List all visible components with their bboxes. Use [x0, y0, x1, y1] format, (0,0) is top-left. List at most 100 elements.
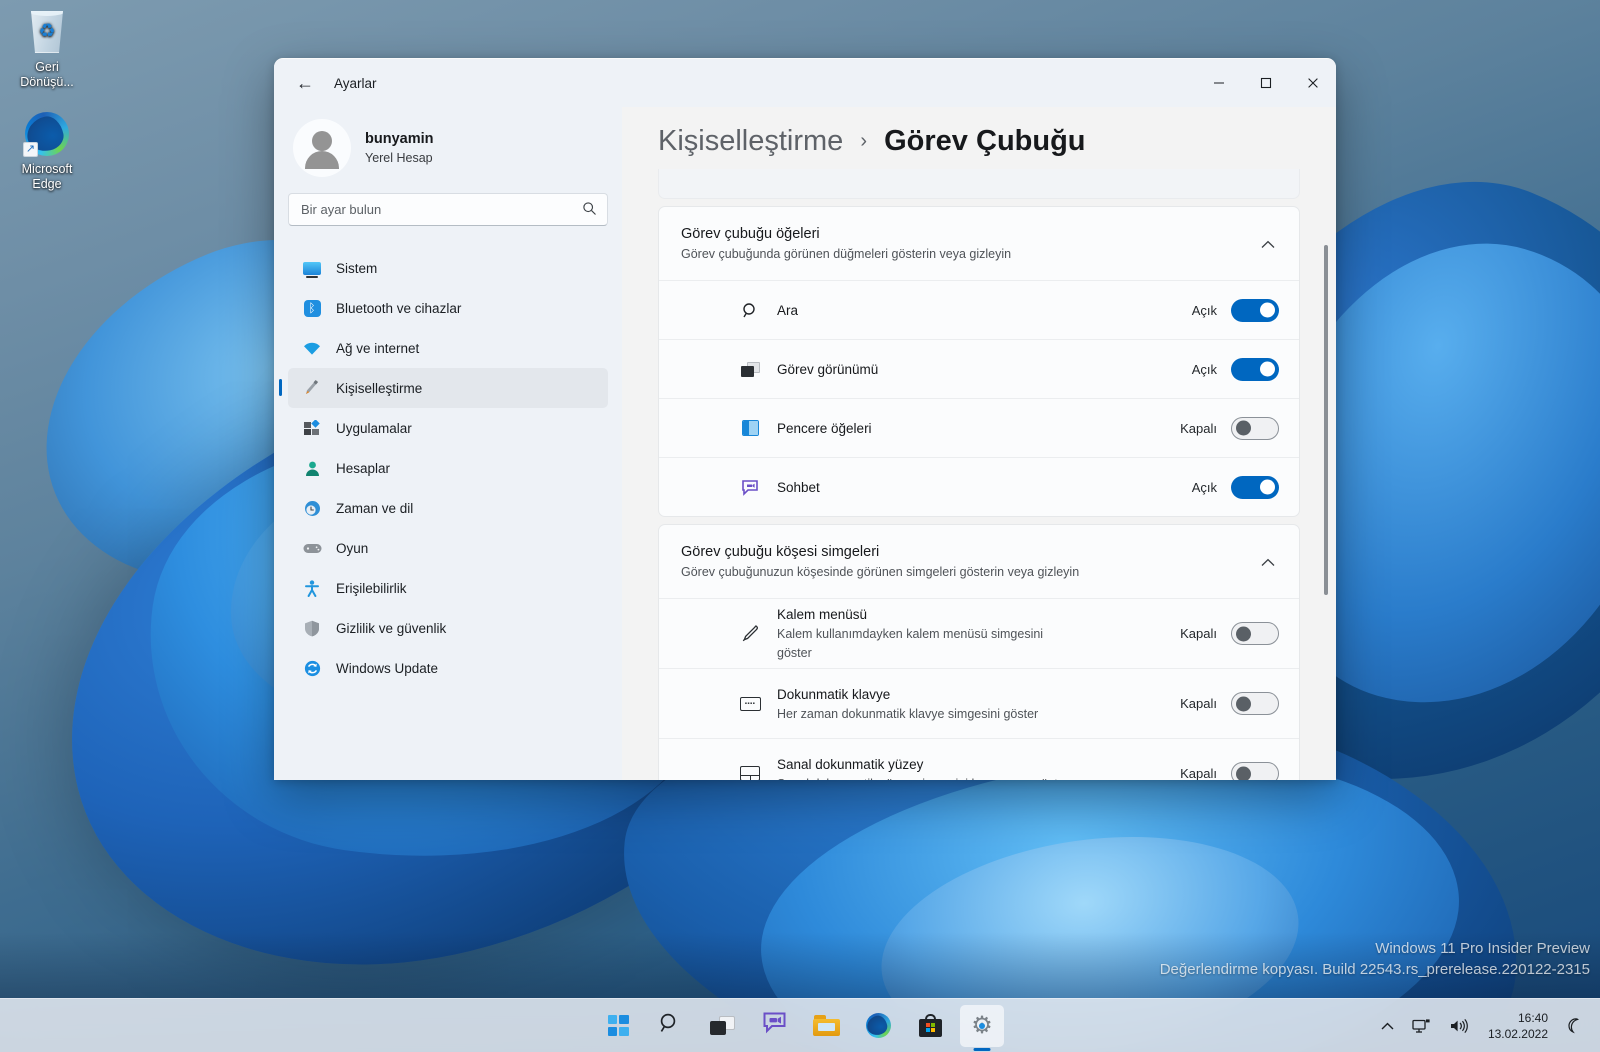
store-button[interactable]	[908, 1005, 952, 1047]
network-icon[interactable]	[1405, 1006, 1438, 1046]
setting-row-kalem-menusu[interactable]: Kalem menüsü Kalem kullanımdayken kalem …	[659, 598, 1299, 668]
partially-scrolled-card[interactable]: ▸▸	[658, 169, 1300, 199]
toggle-sohbet[interactable]	[1231, 475, 1279, 499]
search-box[interactable]	[288, 193, 608, 226]
user-profile[interactable]: bunyamin Yerel Hesap	[288, 107, 608, 193]
scrollbar-track[interactable]	[1324, 245, 1328, 780]
chat-icon	[762, 1011, 787, 1040]
sidebar-item-sistem[interactable]: Sistem	[288, 248, 608, 288]
sidebar-item-label: Oyun	[336, 540, 369, 556]
scrollbar-thumb[interactable]	[1324, 245, 1328, 595]
search-button[interactable]	[648, 1005, 692, 1047]
gamepad-icon	[302, 538, 322, 558]
sidebar-item-label: Kişiselleştirme	[336, 380, 423, 396]
start-button[interactable]	[596, 1005, 640, 1047]
settings-window: ← Ayarlar bunyamin Yerel Hesap Bir ayar …	[274, 58, 1336, 780]
card-taskbar-items: Görev çubuğu öğeleri Görev çubuğunda gör…	[658, 206, 1300, 517]
setting-row-gorev-gorunumu[interactable]: Görev görünümü Açık	[659, 339, 1299, 398]
setting-row-dokunmatik-klavye[interactable]: ▪▪▪▪ Dokunmatik klavye Her zaman dokunma…	[659, 668, 1299, 738]
tray-time: 16:40	[1517, 1011, 1548, 1025]
search-input[interactable]	[301, 202, 582, 217]
setting-description: Kalem kullanımdayken kalem menüsü simges…	[777, 627, 1044, 660]
bluetooth-icon: ᛒ	[302, 298, 322, 318]
chevron-up-icon[interactable]	[1261, 237, 1279, 252]
minimize-button[interactable]	[1195, 59, 1242, 107]
breadcrumb-parent[interactable]: Kişiselleştirme	[658, 125, 843, 157]
microsoft-store-icon	[918, 1014, 942, 1037]
taskbar: ⚙ 16:40 13.02.2022	[0, 998, 1600, 1052]
close-icon	[1307, 78, 1318, 88]
sidebar-item-bluetooth-ve-cihazlar[interactable]: ᛒ Bluetooth ve cihazlar	[288, 288, 608, 328]
toggle-sanal-dokunmatik-yuzey[interactable]	[1231, 762, 1279, 780]
sidebar-item-hesaplar[interactable]: Hesaplar	[288, 448, 608, 488]
search-icon[interactable]	[582, 201, 597, 219]
paintbrush-icon	[302, 378, 322, 398]
sidebar-item-label: Erişilebilirlik	[336, 580, 407, 596]
back-button[interactable]: ←	[288, 66, 322, 100]
toggle-dokunmatik-klavye[interactable]	[1231, 692, 1279, 715]
card-taskbar-corner-icons: Görev çubuğu köşesi simgeleri Görev çubu…	[658, 524, 1300, 780]
file-explorer-button[interactable]	[804, 1005, 848, 1047]
avatar	[293, 119, 351, 177]
edge-button[interactable]	[856, 1005, 900, 1047]
gear-icon: ⚙	[970, 1012, 995, 1039]
minimize-icon	[1213, 82, 1224, 84]
folder-icon	[812, 1015, 840, 1036]
breadcrumb: Kişiselleştirme › Görev Çubuğu	[622, 107, 1336, 169]
card-subtitle: Görev çubuğunda görünen düğmeleri göster…	[681, 247, 1012, 261]
speaker-icon[interactable]	[1442, 1006, 1475, 1046]
desktop-icon-microsoft-edge[interactable]: ↗ Microsoft Edge	[4, 110, 90, 192]
toggle-state-label: Kapalı	[1180, 766, 1217, 780]
toggle-state-label: Kapalı	[1180, 696, 1217, 711]
toggle-gorev-gorunumu[interactable]	[1231, 357, 1279, 381]
chevron-up-icon[interactable]	[1261, 555, 1279, 570]
toggle-kalem-menusu[interactable]	[1231, 622, 1279, 645]
sidebar-item-ag-ve-internet[interactable]: Ağ ve internet	[288, 328, 608, 368]
sidebar-item-label: Uygulamalar	[336, 420, 412, 436]
setting-row-sanal-dokunmatik-yuzey[interactable]: Sanal dokunmatik yüzey Sanal dokunmatik …	[659, 738, 1299, 780]
task-view-icon	[735, 361, 765, 377]
microsoft-edge-icon: ↗	[4, 110, 90, 158]
task-view-button[interactable]	[700, 1005, 744, 1047]
settings-button[interactable]: ⚙	[960, 1004, 1004, 1047]
toggle-ara[interactable]	[1231, 298, 1279, 322]
microsoft-edge-icon	[864, 1013, 891, 1038]
touch-keyboard-icon: ▪▪▪▪	[735, 696, 765, 711]
watermark-line-2: Değerlendirme kopyası. Build 22543.rs_pr…	[1159, 961, 1590, 978]
close-button[interactable]	[1289, 59, 1336, 107]
profile-account-type: Yerel Hesap	[365, 151, 433, 165]
toggle-pencere-ogeleri[interactable]	[1231, 416, 1279, 440]
card-header-taskbar-items[interactable]: Görev çubuğu öğeleri Görev çubuğunda gör…	[659, 207, 1299, 280]
sidebar-item-kisisellestirme[interactable]: Kişiselleştirme	[279, 368, 608, 408]
watermark-line-1: Windows 11 Pro Insider Preview	[1375, 940, 1590, 957]
desktop-icon-label: Dönüşü...	[20, 75, 74, 89]
desktop-icon-recycle-bin[interactable]: ♻ Geri Dönüşü...	[4, 8, 90, 90]
card-header-taskbar-corner-icons[interactable]: Görev çubuğu köşesi simgeleri Görev çubu…	[659, 525, 1299, 598]
sidebar-item-gizlilik-ve-guvenlik[interactable]: Gizlilik ve güvenlik	[288, 608, 608, 648]
settings-content-scroll-area[interactable]: ▸▸ Görev çubuğu öğeleri Görev çubuğunda …	[622, 169, 1336, 780]
monitor-icon	[302, 258, 322, 278]
sidebar-item-label: Zaman ve dil	[336, 500, 414, 516]
virtual-touchpad-icon	[735, 766, 765, 780]
sidebar-item-windows-update[interactable]: Windows Update	[288, 648, 608, 688]
setting-row-ara[interactable]: Ara Açık	[659, 280, 1299, 339]
setting-row-pencere-ogeleri[interactable]: Pencere öğeleri Kapalı	[659, 398, 1299, 457]
sidebar-item-erisilebilirlik[interactable]: Erişilebilirlik	[288, 568, 608, 608]
maximize-button[interactable]	[1242, 59, 1289, 107]
setting-label: Kalem menüsü	[777, 607, 868, 622]
accessibility-icon	[302, 578, 322, 598]
sidebar-item-oyun[interactable]: Oyun	[288, 528, 608, 568]
chat-button[interactable]	[752, 1005, 796, 1047]
show-hidden-icons-button[interactable]	[1374, 1006, 1401, 1046]
profile-name: bunyamin	[365, 131, 434, 147]
accounts-icon	[302, 458, 322, 478]
clock-and-date[interactable]: 16:40 13.02.2022	[1479, 1006, 1557, 1046]
setting-row-sohbet[interactable]: Sohbet Açık	[659, 457, 1299, 516]
sidebar-item-zaman-ve-dil[interactable]: Zaman ve dil	[288, 488, 608, 528]
notification-center-button[interactable]	[1561, 1006, 1590, 1046]
tray-date: 13.02.2022	[1487, 1027, 1548, 1041]
sidebar-item-uygulamalar[interactable]: Uygulamalar	[288, 408, 608, 448]
setting-label: Dokunmatik klavye	[777, 686, 891, 702]
toggle-state-label: Kapalı	[1180, 626, 1217, 641]
setting-label: Ara	[777, 302, 799, 318]
